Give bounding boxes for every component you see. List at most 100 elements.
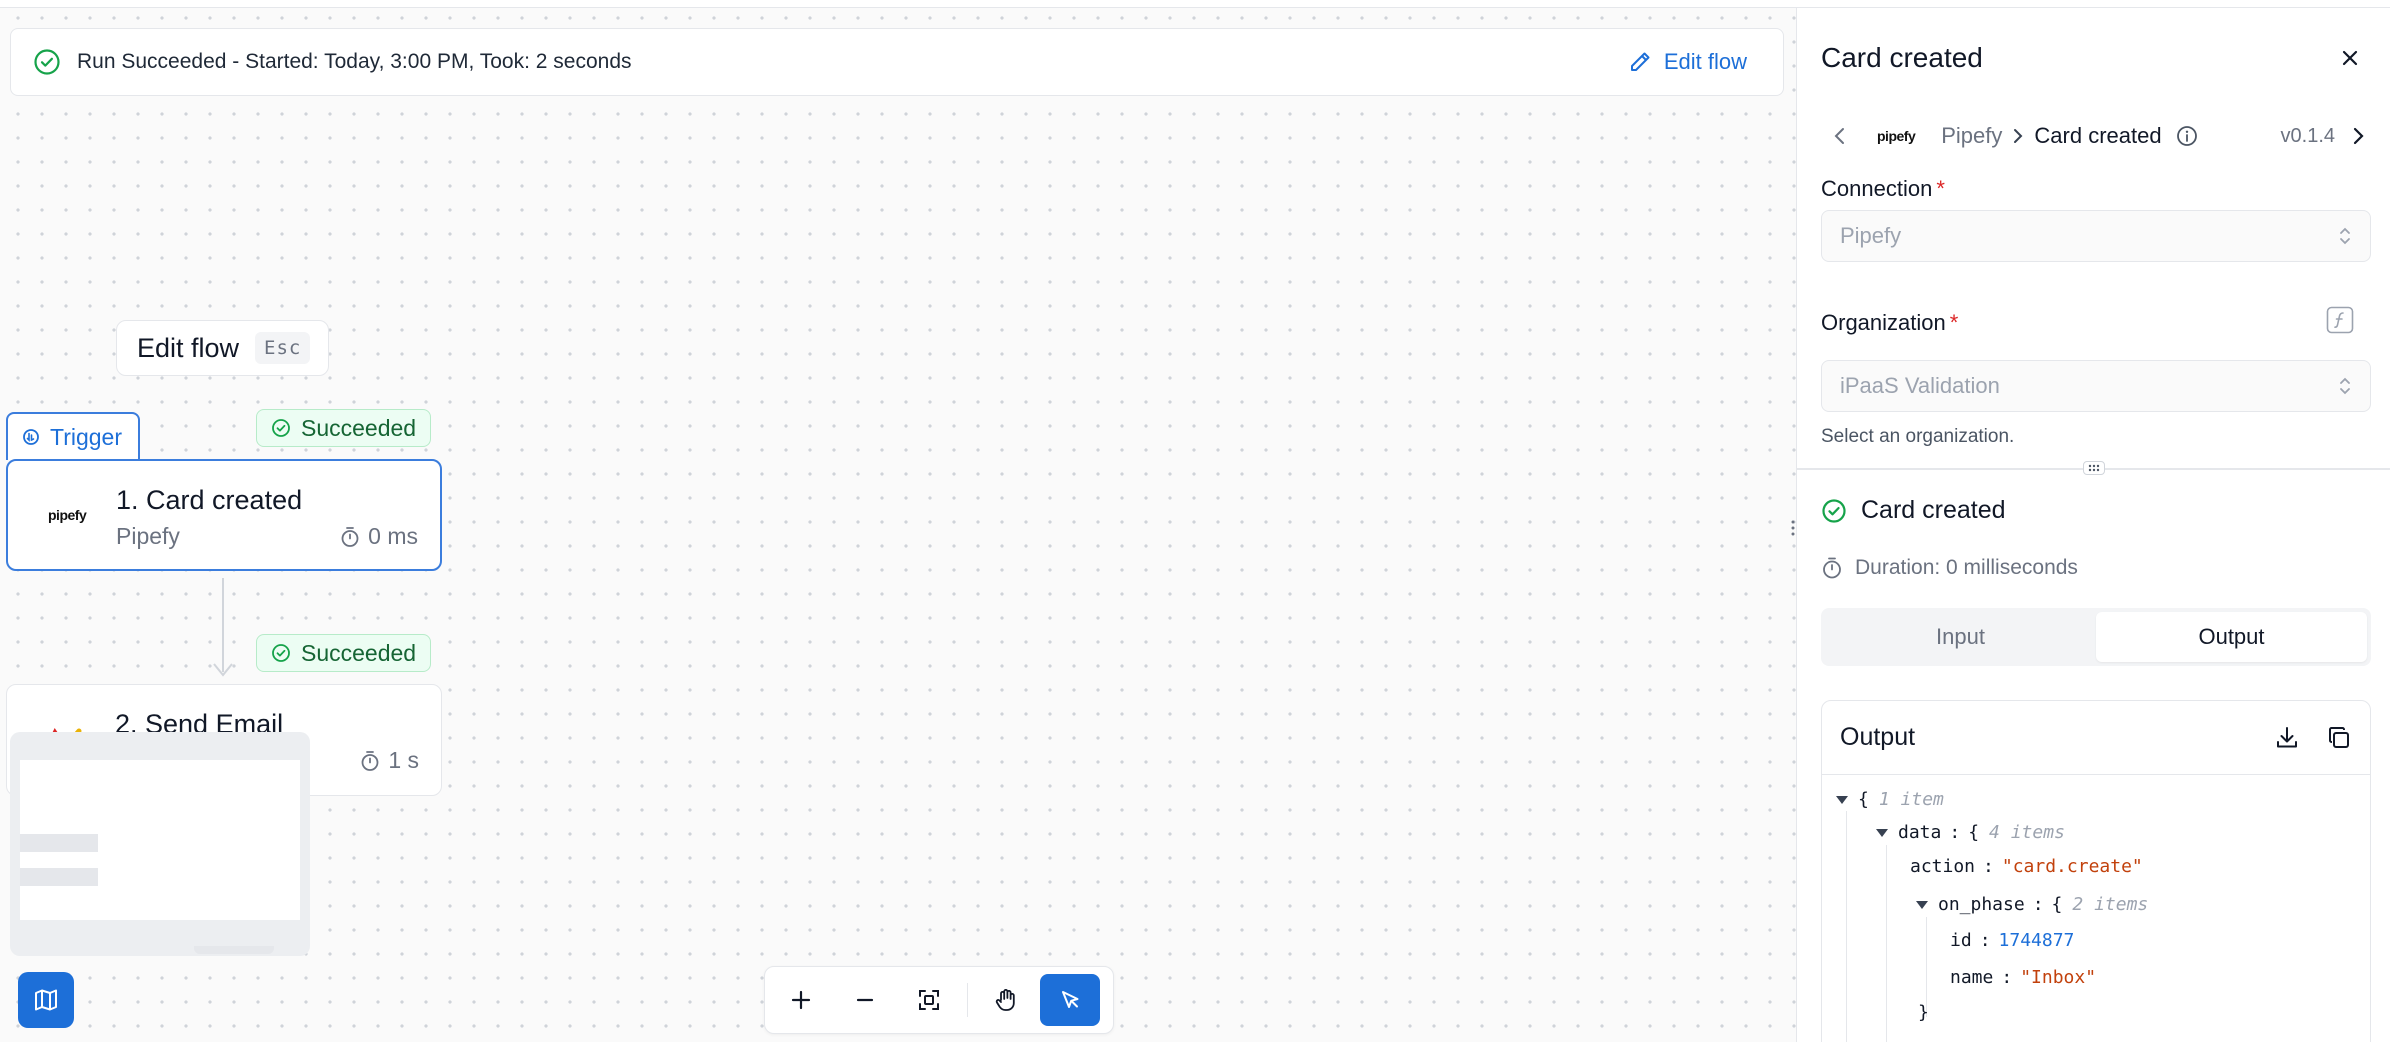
json-number: 1744877 — [1998, 930, 2075, 951]
json-brace: { — [1968, 822, 1980, 843]
tree-guide — [1886, 845, 1887, 1042]
json-count: 4 items — [1989, 822, 2065, 843]
json-colon: : — [1949, 822, 1961, 843]
chevron-right-icon — [2014, 129, 2023, 143]
step-duration-value: 0 ms — [368, 523, 418, 549]
pencil-icon — [1630, 52, 1650, 71]
tab-output[interactable]: Output — [2096, 612, 2367, 662]
json-colon: : — [1983, 856, 1994, 877]
organization-select[interactable]: iPaaS Validation — [1821, 360, 2371, 412]
breadcrumb-trigger: Card created — [2034, 123, 2162, 148]
json-key: id — [1950, 930, 1972, 951]
caret-down-icon — [1916, 900, 1928, 909]
divider-resize-handle[interactable] — [2083, 461, 2105, 475]
app-root: Run Succeeded - Started: Today, 3:00 PM,… — [0, 0, 2390, 1042]
json-node-data[interactable]: data : { 4 items — [1876, 822, 2065, 843]
step-card-card-created[interactable]: pipefy 1. Card created Pipefy 0 ms — [6, 459, 442, 571]
check-circle-icon — [1822, 498, 1846, 523]
copy-icon[interactable] — [2326, 725, 2352, 751]
step-title: 1. Card created — [116, 485, 303, 515]
trigger-icon — [23, 429, 39, 445]
flow-canvas[interactable]: Run Succeeded - Started: Today, 3:00 PM,… — [0, 0, 1796, 1042]
check-circle-icon — [34, 49, 60, 75]
status-label: Succeeded — [301, 414, 417, 441]
organization-label-text: Organization — [1821, 310, 1946, 335]
canvas-toolbar — [764, 966, 1114, 1034]
chevron-left-icon[interactable] — [1833, 126, 1847, 146]
pan-tool-button[interactable] — [976, 974, 1036, 1026]
arrow-down-icon — [213, 663, 233, 677]
output-title: Output — [1840, 723, 1916, 751]
output-header: Output — [1822, 701, 2370, 775]
step-details-panel: Card created pipefy Pipefy Card created … — [1796, 8, 2390, 1042]
step-app: Pipefy — [116, 523, 180, 549]
grip-icon — [2088, 464, 2100, 472]
json-key: on_phase — [1938, 894, 2025, 915]
fit-view-button[interactable] — [899, 974, 959, 1026]
function-icon[interactable] — [2326, 306, 2354, 334]
json-row: action : "card.create" — [1910, 856, 2143, 877]
download-icon[interactable] — [2274, 725, 2300, 751]
minimap-node — [20, 868, 98, 886]
connection-label-text: Connection — [1821, 176, 1933, 201]
json-node-on-phase[interactable]: on_phase : { 2 items — [1916, 894, 2148, 915]
step-duration: 0 ms — [340, 523, 418, 550]
timer-icon — [1823, 557, 1841, 579]
minus-icon — [856, 998, 874, 1002]
required-mark: * — [1936, 176, 1945, 201]
json-key: data — [1898, 822, 1942, 843]
minimap[interactable] — [10, 732, 310, 956]
edit-flow-button[interactable]: Edit flow Esc — [116, 320, 330, 376]
cursor-icon — [1062, 991, 1079, 1008]
connection-select[interactable]: Pipefy — [1821, 210, 2371, 262]
io-tabs: Input Output — [1821, 608, 2371, 666]
toolbar-divider — [967, 983, 968, 1017]
timer-icon — [341, 526, 359, 547]
info-icon[interactable] — [2176, 125, 2198, 147]
json-count: 1 item — [1878, 789, 1944, 810]
json-colon: : — [2001, 967, 2013, 988]
json-brace: { — [2051, 894, 2063, 915]
status-label: Succeeded — [301, 639, 417, 666]
organization-placeholder: iPaaS Validation — [1840, 373, 2000, 398]
output-actions — [2274, 725, 2352, 751]
edit-flow-link-label: Edit flow — [1663, 49, 1747, 74]
minimap-edge — [194, 946, 274, 954]
breadcrumb-app[interactable]: Pipefy — [1941, 123, 2002, 149]
json-colon: : — [1979, 930, 1991, 951]
check-circle-icon — [272, 419, 290, 437]
json-key: action — [1910, 856, 1976, 877]
tab-input[interactable]: Input — [1825, 612, 2096, 662]
select-tool-button[interactable] — [1040, 974, 1100, 1026]
zoom-out-button[interactable] — [835, 974, 895, 1026]
run-status-text: Run Succeeded - Started: Today, 3:00 PM,… — [77, 50, 632, 73]
caret-down-icon — [1836, 795, 1848, 804]
connection-label: Connection * — [1821, 176, 1945, 202]
tree-guide — [1846, 811, 1847, 1042]
chevron-right-icon[interactable] — [2351, 126, 2365, 146]
json-node-root[interactable]: { 1 item — [1836, 789, 1944, 810]
top-border — [0, 0, 2390, 8]
toggle-minimap-button[interactable] — [18, 972, 74, 1028]
hand-icon — [995, 989, 1015, 1011]
result-header: Card created — [1821, 496, 2006, 525]
panel-title: Card created — [1821, 42, 1983, 73]
version-label: v0.1.4 — [2280, 124, 2335, 147]
step-connector — [222, 578, 224, 672]
zoom-in-button[interactable] — [771, 974, 831, 1026]
minimap-node — [20, 834, 98, 852]
edit-flow-link[interactable]: Edit flow — [1628, 49, 1761, 75]
breadcrumb: pipefy Pipefy Card created v0.1.4 — [1821, 114, 2371, 158]
esc-shortcut: Esc — [255, 332, 311, 364]
timer-icon — [361, 750, 379, 771]
json-string: "Inbox" — [2020, 967, 2097, 988]
pipefy-logo: pipefy — [48, 507, 87, 523]
plus-icon — [791, 990, 811, 1010]
close-icon[interactable] — [2340, 48, 2360, 68]
json-colon: : — [2032, 894, 2044, 915]
organization-label: Organization * — [1821, 310, 1958, 336]
edit-flow-label: Edit flow — [137, 332, 240, 363]
result-duration: Duration: 0 milliseconds — [1821, 556, 2078, 580]
chevron-up-down-icon — [2340, 377, 2350, 395]
json-count: 2 items — [2072, 894, 2149, 915]
